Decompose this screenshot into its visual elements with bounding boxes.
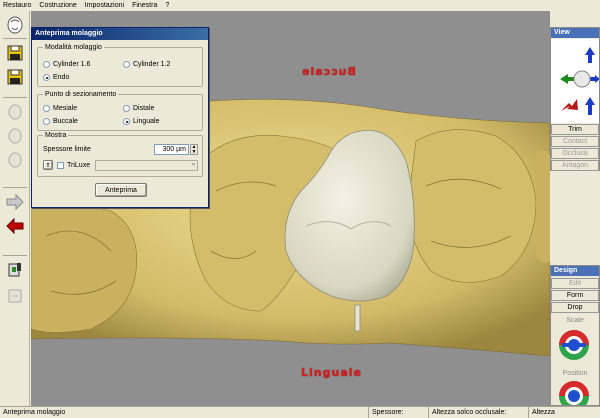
design-panel-title: Design xyxy=(551,266,599,276)
radio-buccale[interactable]: Buccale xyxy=(43,117,78,126)
status-height: Altezza xyxy=(528,407,600,418)
status-occlusal-groove-height: Altezza solco occlusale: xyxy=(428,407,528,418)
triluxe-checkbox[interactable] xyxy=(57,162,64,169)
contact-button[interactable]: Contact xyxy=(551,136,599,147)
arrow-up-icon xyxy=(585,47,595,63)
floppy-disk-icon xyxy=(7,45,23,61)
menu-finestra[interactable]: Finestra xyxy=(132,0,157,11)
antagonist-button[interactable]: Antagon xyxy=(551,160,599,171)
status-message: Anteprima molaggio xyxy=(3,409,66,416)
show-label: Mostra xyxy=(43,131,69,140)
chevron-down-icon: ▼ xyxy=(191,162,196,168)
arrow-diagonal-icon xyxy=(561,99,578,111)
preview-button[interactable]: Anteprima xyxy=(95,183,147,197)
form-button[interactable]: Form xyxy=(551,290,599,301)
menu-bar: Restauro Costruzione Impostazioni Finest… xyxy=(0,0,600,11)
view-panel-title: View xyxy=(551,28,599,38)
occlusal-button[interactable]: Occlusa xyxy=(551,148,599,159)
buccal-orientation-label: Buccale xyxy=(301,65,356,78)
status-thickness: Spessore: xyxy=(368,407,428,418)
menu-impostazioni[interactable]: Impostazioni xyxy=(85,0,124,11)
view-orientation-widget[interactable] xyxy=(551,39,599,123)
arrow-right-icon xyxy=(6,194,24,210)
view-panel: View Trim Contact Occlusa Antagon xyxy=(550,27,600,171)
orbit-sphere-icon xyxy=(573,70,591,88)
trim-button[interactable]: Trim xyxy=(551,124,599,135)
milling-unit-button[interactable] xyxy=(4,259,26,281)
radio-distale[interactable]: Distale xyxy=(123,104,154,113)
position-section-label: Position xyxy=(562,370,588,377)
menu-costruzione[interactable]: Costruzione xyxy=(39,0,76,11)
design-panel: Design Edit Form Drop Scale Position xyxy=(550,265,600,406)
tooth-icon-button[interactable] xyxy=(4,14,26,36)
tooth-outline-icon xyxy=(8,152,22,168)
floppy-disk-icon xyxy=(7,69,23,85)
save-design-button[interactable] xyxy=(4,66,26,88)
thickness-spinner[interactable]: ▲ ▼ xyxy=(190,144,198,155)
radio-cylinder-1-2[interactable]: Cylinder 1.2 xyxy=(123,60,170,69)
spin-down-icon: ▼ xyxy=(191,149,197,155)
next-step-button[interactable] xyxy=(4,191,26,213)
arrow-up-icon xyxy=(585,97,595,115)
radio-endo[interactable]: Endo xyxy=(43,73,69,82)
tooth-outline-icon xyxy=(8,128,22,144)
save-restoration-button[interactable] xyxy=(4,42,26,64)
position-control-widget[interactable] xyxy=(557,379,591,405)
scale-section-label: Scale xyxy=(566,317,584,324)
tooth-view-button-1[interactable] xyxy=(4,101,26,123)
drop-button[interactable]: Drop xyxy=(551,302,599,313)
arrow-left-icon xyxy=(6,218,24,234)
menu-help[interactable]: ? xyxy=(165,0,169,11)
thickness-limit-label: Spessore limite xyxy=(43,146,91,153)
grinding-mode-label: Modalità molaggio xyxy=(43,43,104,52)
previous-step-button[interactable] xyxy=(4,215,26,237)
tooth-icon xyxy=(7,16,23,34)
status-bar: Anteprima molaggio Spessore: Altezza sol… xyxy=(0,406,600,418)
triluxe-label: TriLuxe xyxy=(67,162,91,169)
arrow-left-icon xyxy=(560,74,575,84)
collapse-button[interactable]: ⇑ xyxy=(43,160,53,170)
triluxe-select[interactable]: ▼ xyxy=(95,160,198,171)
tooth-view-button-2[interactable] xyxy=(4,125,26,147)
chevron-up-icon: ⇑ xyxy=(45,162,51,169)
section-point-label: Punto di sezionamento xyxy=(43,90,119,99)
edit-button[interactable]: Edit xyxy=(551,278,599,289)
radio-mesiale[interactable]: Mesiale xyxy=(43,104,77,113)
radio-cylinder-1-6[interactable]: Cylinder 1.6 xyxy=(43,60,90,69)
grinding-preview-dialog: Anteprima molaggio Modalità molaggio Cyl… xyxy=(31,27,209,208)
dialog-title: Anteprima molaggio xyxy=(32,28,208,40)
export-button[interactable] xyxy=(4,285,26,307)
tooth-view-button-3[interactable] xyxy=(4,149,26,171)
left-toolbar xyxy=(0,11,30,406)
scale-control-widget[interactable] xyxy=(557,328,591,362)
lingual-orientation-label: Linguale xyxy=(301,366,362,379)
radio-linguale[interactable]: Linguale xyxy=(123,117,159,126)
thickness-limit-input[interactable]: 300 µm xyxy=(154,144,189,155)
export-icon xyxy=(8,289,22,303)
tooth-outline-icon xyxy=(8,104,22,120)
menu-restauro[interactable]: Restauro xyxy=(3,0,31,11)
milling-machine-icon xyxy=(8,263,21,277)
